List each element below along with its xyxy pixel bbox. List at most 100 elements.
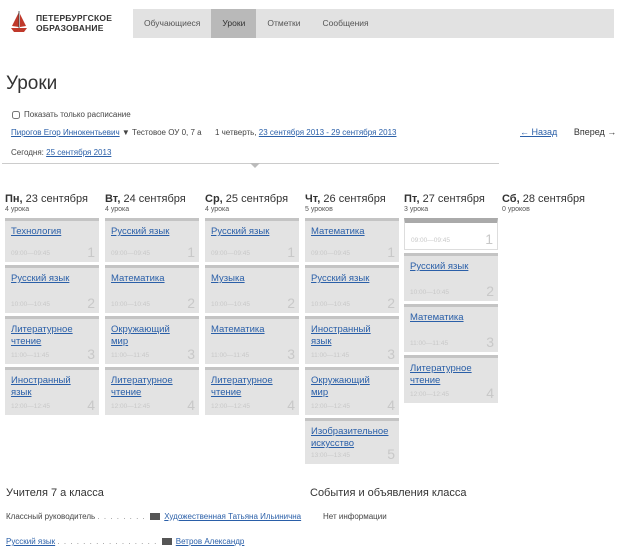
lesson-name-link[interactable]: Изобразительное искусство [311, 426, 388, 450]
day-date: 24 сентября [123, 193, 186, 205]
lesson-number: 3 [486, 334, 494, 350]
today-link[interactable]: 25 сентября 2013 [46, 148, 111, 157]
lesson-number: 4 [187, 397, 195, 413]
lesson-name-link[interactable]: Иностранный язык [311, 324, 383, 348]
lesson-name-link[interactable]: Математика [311, 226, 383, 238]
lesson-number: 1 [187, 244, 195, 260]
schedule-only-toggle[interactable]: Показать только расписание [12, 110, 131, 119]
lesson-card[interactable]: Русский язык 09:00—09:45 1 [105, 218, 199, 262]
day-abbr: Чт, [305, 193, 321, 205]
mail-icon[interactable] [161, 538, 172, 546]
lesson-number: 1 [287, 244, 295, 260]
lesson-name-link[interactable]: Литературное чтение [11, 324, 83, 348]
teacher-name-link[interactable]: Ветров Александр [176, 537, 245, 546]
lesson-card[interactable]: Математика 09:00—09:45 1 [305, 218, 399, 262]
lesson-list: Русский язык 09:00—09:45 1 Музыка 10:00—10:4… [205, 218, 299, 415]
lesson-card[interactable]: Изобразительное искусство 13:00—13:45 5 [305, 418, 399, 464]
lesson-time: 11:00—11:45 [11, 352, 50, 359]
teacher-role[interactable]: Русский язык [6, 537, 55, 546]
lesson-name-link[interactable]: Иностранный язык [11, 375, 83, 399]
lesson-card[interactable]: 09:00—09:45 1 [404, 218, 498, 250]
logo-line1: ПЕТЕРБУРГСКОЕ [36, 13, 113, 23]
lesson-number: 1 [485, 231, 493, 247]
lesson-count: 4 урока [105, 206, 130, 213]
lesson-name-link[interactable]: Математика [410, 312, 482, 324]
lesson-name-link[interactable]: Русский язык [11, 273, 83, 285]
mail-icon[interactable] [150, 513, 161, 521]
lesson-number: 2 [187, 295, 195, 311]
chevron-down-icon[interactable]: ▼ [122, 128, 130, 137]
lesson-number: 4 [387, 397, 395, 413]
teacher-row: Классный руководитель . . . . . . . . Ху… [6, 512, 301, 521]
ship-icon [8, 10, 30, 36]
lesson-count: 4 урока [5, 206, 30, 213]
lesson-name-link[interactable]: Математика [111, 273, 183, 285]
lesson-name-link[interactable]: Русский язык [311, 273, 383, 285]
lesson-time: 11:00—11:45 [410, 340, 449, 347]
lesson-name-link[interactable]: Окружающий мир [311, 375, 383, 399]
lesson-name-link[interactable]: Окружающий мир [111, 324, 183, 348]
lesson-time: 09:00—09:45 [111, 250, 151, 257]
pointer-triangle [250, 163, 260, 168]
leader-dots: . . . . . . . . . . . . . . . . [57, 537, 158, 546]
nav-item-students[interactable]: Обучающиеся [133, 9, 211, 38]
header: ПЕТЕРБУРГСКОЕ ОБРАЗОВАНИЕ Обучающиеся Ур… [0, 0, 623, 48]
lesson-card[interactable]: Математика 11:00—11:45 3 [205, 316, 299, 364]
lesson-name-link[interactable]: Литературное чтение [111, 375, 183, 399]
lesson-card[interactable]: Иностранный язык 11:00—11:45 3 [305, 316, 399, 364]
lesson-time: 10:00—10:45 [410, 289, 450, 296]
day-column: Чт, 26 сентября 5 уроков Математика 09:00—0… [305, 193, 399, 467]
lesson-card[interactable]: Русский язык 09:00—09:45 1 [205, 218, 299, 262]
quarter-label: 1 четверть, [214, 128, 257, 137]
top-nav: Обучающиеся Уроки Отметки Сообщения [133, 9, 614, 38]
lesson-card[interactable]: Литературное чтение 12:00—12:45 4 [404, 355, 498, 403]
nav-item-messages[interactable]: Сообщения [312, 9, 380, 38]
lesson-card[interactable]: Окружающий мир 11:00—11:45 3 [105, 316, 199, 364]
lesson-name-link[interactable]: Музыка [211, 273, 283, 285]
lesson-list: Математика 09:00—09:45 1 Русский язык 10:00—… [305, 218, 399, 464]
lesson-card[interactable]: Технология 09:00—09:45 1 [5, 218, 99, 262]
lesson-name-link[interactable]: Технология [11, 226, 83, 238]
day-date: 25 сентября [225, 193, 289, 205]
day-column: Пн, 23 сентября 4 урока Технология 09:00—09… [5, 193, 99, 418]
lesson-name-link[interactable]: Математика [211, 324, 283, 336]
lesson-number: 1 [87, 244, 95, 260]
prev-week-link[interactable]: ← Назад [520, 127, 557, 137]
day-abbr: Ср, [205, 193, 223, 205]
next-week-link[interactable]: Вперед → [574, 127, 616, 137]
nav-item-lessons[interactable]: Уроки [211, 9, 257, 38]
day-date: 26 сентября [323, 193, 386, 205]
lesson-time: 13:00—13:45 [311, 452, 351, 459]
lesson-count: 4 урока [205, 206, 230, 213]
logo[interactable]: ПЕТЕРБУРГСКОЕ ОБРАЗОВАНИЕ [8, 10, 112, 36]
lesson-card[interactable]: Иностранный язык 12:00—12:45 4 [5, 367, 99, 415]
teacher-name-link[interactable]: Художественная Татьяна Ильинична [164, 512, 301, 521]
lesson-card[interactable]: Литературное чтение 11:00—11:45 3 [5, 316, 99, 364]
lesson-card[interactable]: Музыка 10:00—10:45 2 [205, 265, 299, 313]
student-select[interactable]: Пирогов Егор Иннокентьевич [11, 128, 120, 137]
period-link[interactable]: 23 сентября 2013 - 29 сентября 2013 [259, 128, 397, 137]
day-date: 23 сентября [25, 193, 88, 205]
lesson-number: 2 [486, 283, 494, 299]
lesson-name-link[interactable]: Русский язык [111, 226, 183, 238]
lesson-card[interactable]: Окружающий мир 12:00—12:45 4 [305, 367, 399, 415]
lesson-card[interactable]: Русский язык 10:00—10:45 2 [404, 253, 498, 301]
lesson-time: 11:00—11:45 [311, 352, 350, 359]
lesson-name-link[interactable]: Литературное чтение [211, 375, 283, 399]
lesson-card[interactable]: Литературное чтение 12:00—12:45 4 [105, 367, 199, 415]
nav-item-marks[interactable]: Отметки [256, 9, 311, 38]
lesson-name-link[interactable]: Русский язык [410, 261, 482, 273]
lesson-name-link[interactable]: Русский язык [211, 226, 283, 238]
lesson-card[interactable]: Русский язык 10:00—10:45 2 [5, 265, 99, 313]
lesson-card[interactable]: Литературное чтение 12:00—12:45 4 [205, 367, 299, 415]
logo-line2: ОБРАЗОВАНИЕ [36, 23, 104, 33]
lesson-name-link[interactable]: Литературное чтение [410, 363, 482, 387]
lesson-card[interactable]: Русский язык 10:00—10:45 2 [305, 265, 399, 313]
lesson-time: 12:00—12:45 [211, 403, 251, 410]
lesson-card[interactable]: Математика 11:00—11:45 3 [404, 304, 498, 352]
lesson-time: 10:00—10:45 [211, 301, 251, 308]
day-abbr: Пт, [404, 193, 420, 205]
lesson-time: 11:00—11:45 [111, 352, 150, 359]
schedule-only-checkbox[interactable] [12, 110, 20, 119]
lesson-card[interactable]: Математика 10:00—10:45 2 [105, 265, 199, 313]
